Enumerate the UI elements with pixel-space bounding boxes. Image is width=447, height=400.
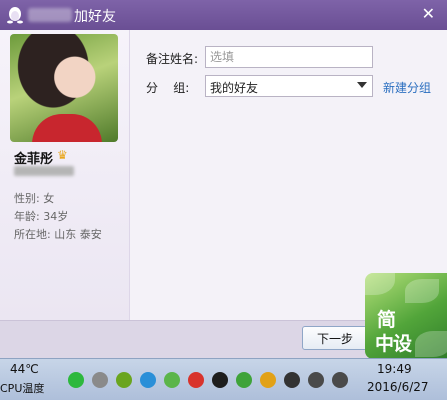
- gender-value: 女: [43, 192, 55, 205]
- avatar: [10, 34, 118, 142]
- qq-icon[interactable]: [212, 372, 228, 388]
- profile-location: 所在地: 山东 泰安: [14, 226, 102, 242]
- cpu-temperature: 44℃: [10, 362, 39, 376]
- clock-time[interactable]: 19:49: [377, 362, 412, 376]
- profile-gender: 性别: 女: [14, 190, 54, 206]
- green-app-icon[interactable]: [164, 372, 180, 388]
- nvidia-icon[interactable]: [116, 372, 132, 388]
- group-label: 分 组:: [146, 81, 190, 95]
- network-icon[interactable]: [332, 372, 348, 388]
- netease-music-icon[interactable]: [188, 372, 204, 388]
- people-icon[interactable]: [92, 372, 108, 388]
- bird-icon[interactable]: [284, 372, 300, 388]
- gender-label: 性别:: [14, 192, 44, 205]
- watermark-line1: 简: [377, 309, 397, 331]
- watermark-logo: 简 中设: [365, 273, 447, 359]
- qq-penguin-icon: [7, 7, 23, 24]
- clock-date[interactable]: 2016/6/27: [367, 380, 429, 394]
- remark-input[interactable]: [205, 46, 373, 68]
- crown-icon: ♛: [57, 148, 68, 162]
- group-select[interactable]: 我的好友: [205, 75, 373, 97]
- plus-icon[interactable]: [260, 372, 276, 388]
- volume-icon[interactable]: [308, 372, 324, 388]
- next-button[interactable]: 下一步: [302, 326, 368, 350]
- watermark-line2: 中设: [375, 333, 412, 355]
- group-selected-value: 我的好友: [210, 81, 259, 95]
- remark-label: 备注姓名:: [146, 52, 199, 66]
- cpu-temperature-label: CPU温度: [0, 382, 45, 395]
- profile-age: 年龄: 34岁: [14, 208, 68, 224]
- wechat-icon[interactable]: [68, 372, 84, 388]
- location-label: 所在地:: [14, 228, 55, 241]
- dropdown-arrow-icon: [357, 82, 367, 88]
- blurred-title-prefix: [28, 8, 72, 22]
- window-title: 加好友: [74, 9, 116, 25]
- play-icon[interactable]: [140, 372, 156, 388]
- close-icon[interactable]: ✕: [422, 4, 435, 23]
- title-bar: 加好友 ✕: [0, 0, 447, 30]
- age-label: 年龄:: [14, 210, 44, 223]
- shield-icon[interactable]: [236, 372, 252, 388]
- location-value: 山东 泰安: [54, 228, 102, 241]
- blurred-qq-number: [14, 166, 74, 176]
- profile-name: 金菲彤: [14, 152, 54, 167]
- new-group-link[interactable]: 新建分组: [383, 79, 431, 96]
- age-value: 34岁: [43, 210, 69, 223]
